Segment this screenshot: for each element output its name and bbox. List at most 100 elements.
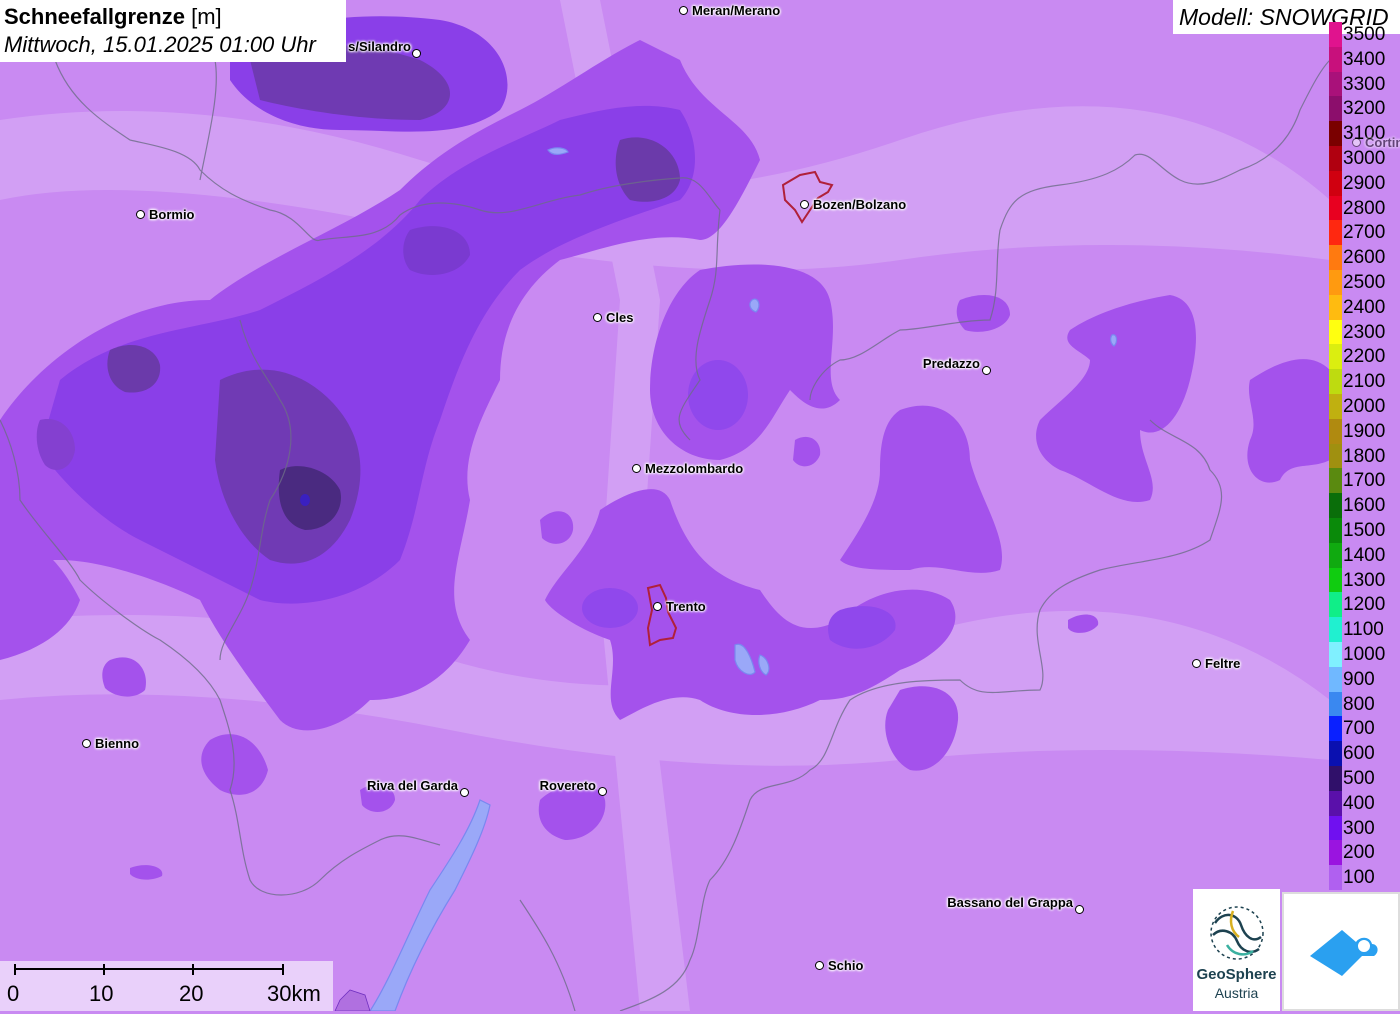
scale-label-10: 10 <box>89 981 114 1006</box>
geosphere-country: Austria <box>1214 985 1259 1001</box>
legend-label: 100 <box>1343 867 1375 889</box>
legend-item: 1800 <box>1329 443 1400 469</box>
legend-item: 300 <box>1329 815 1400 841</box>
city-marker <box>598 787 607 796</box>
legend-item: 2000 <box>1329 394 1400 419</box>
legend-item: 3500 <box>1329 22 1400 47</box>
city-label: Bassano del Grappa <box>947 895 1073 910</box>
legend-label: 800 <box>1343 693 1375 715</box>
legend-swatch <box>1329 394 1342 419</box>
city-label: Trento <box>666 599 706 614</box>
legend-item: 3400 <box>1329 46 1400 72</box>
legend-item: 2900 <box>1329 170 1400 196</box>
legend-swatch <box>1329 840 1342 866</box>
city-label: Cortin <box>1365 135 1400 150</box>
city-marker <box>679 6 688 15</box>
legend-swatch <box>1329 815 1342 841</box>
legend-item: 900 <box>1329 666 1400 692</box>
city-label: Riva del Garda <box>366 778 458 793</box>
geosphere-logo[interactable]: GeoSphere Austria <box>1193 889 1280 1011</box>
city-marker <box>1352 138 1361 147</box>
legend-label: 400 <box>1343 792 1375 814</box>
legend-swatch <box>1329 220 1342 246</box>
legend-swatch <box>1329 493 1342 519</box>
legend-item: 2800 <box>1329 195 1400 221</box>
legend-label: 700 <box>1343 718 1375 740</box>
legend-item: 2400 <box>1329 294 1400 320</box>
legend-swatch <box>1329 790 1342 816</box>
legend-swatch <box>1329 666 1342 692</box>
legend-swatch <box>1329 46 1342 72</box>
city-marker <box>815 961 824 970</box>
legend-item: 1300 <box>1329 567 1400 593</box>
city-marker <box>1192 659 1201 668</box>
city-marker <box>82 739 91 748</box>
legend-swatch <box>1329 245 1342 271</box>
legend-item: 1500 <box>1329 518 1400 543</box>
legend-swatch <box>1329 567 1342 593</box>
snowfall-map[interactable] <box>0 0 1400 1011</box>
legend-swatch <box>1329 146 1342 171</box>
legend-item: 800 <box>1329 691 1400 717</box>
legend-swatch <box>1329 270 1342 295</box>
legend-label: 2500 <box>1343 272 1386 293</box>
color-legend: 3500 3400 3300 3200 3100 3000 2900 2800 2700 2600… <box>1329 22 1400 891</box>
legend-swatch <box>1329 443 1342 469</box>
legend-item: 1700 <box>1329 468 1400 494</box>
legend-label: 1100 <box>1343 619 1384 641</box>
city-label: s/Silandro <box>348 39 411 54</box>
legend-label: 1700 <box>1343 470 1386 492</box>
legend-item: 1100 <box>1329 617 1400 643</box>
city-marker <box>593 313 602 322</box>
legend-label: 1500 <box>1343 520 1386 541</box>
legend-swatch <box>1329 319 1342 345</box>
legend-swatch <box>1329 592 1342 618</box>
legend-swatch <box>1329 542 1342 568</box>
legend-label: 3500 <box>1343 24 1386 45</box>
legend-item: 2600 <box>1329 245 1400 271</box>
legend-item: 1400 <box>1329 542 1400 568</box>
scale-label-0: 0 <box>7 981 20 1006</box>
legend-item: 1000 <box>1329 642 1400 667</box>
legend-label: 1000 <box>1343 644 1386 665</box>
legend-item: 2100 <box>1329 369 1400 395</box>
legend-label: 600 <box>1343 743 1375 765</box>
weather-app-logo[interactable] <box>1282 892 1400 1011</box>
legend-swatch <box>1329 71 1342 97</box>
legend-item: 2500 <box>1329 270 1400 295</box>
city-label: Predazzo <box>922 356 980 371</box>
city-marker <box>800 200 809 209</box>
city-marker <box>412 49 421 58</box>
legend-label: 500 <box>1343 768 1375 789</box>
scale-label-30: 30km <box>267 981 321 1006</box>
precip-cell-small <box>540 511 574 544</box>
legend-swatch <box>1329 617 1342 643</box>
legend-item: 600 <box>1329 741 1400 767</box>
title-unit: [m] <box>191 4 222 29</box>
legend-label: 2400 <box>1343 296 1386 318</box>
precip-cell-far-east <box>1247 359 1330 483</box>
legend-item: 100 <box>1329 865 1400 891</box>
title-text: Schneefallgrenze <box>4 4 185 29</box>
precip-core <box>582 588 638 628</box>
legend-label: 2600 <box>1343 247 1386 269</box>
city-marker <box>632 464 641 473</box>
city-label: Bienno <box>95 736 140 751</box>
city-label: Cles <box>606 310 634 325</box>
legend-label: 3400 <box>1343 48 1386 70</box>
legend-label: 2900 <box>1343 172 1386 194</box>
legend-item: 500 <box>1329 766 1400 791</box>
legend-swatch <box>1329 22 1342 47</box>
legend-item: 200 <box>1329 840 1400 866</box>
legend-item: 400 <box>1329 790 1400 816</box>
legend-swatch <box>1329 865 1342 891</box>
city-label: Schio <box>828 958 864 973</box>
city-marker <box>1075 905 1084 914</box>
legend-label: 3300 <box>1343 73 1386 95</box>
map-title-box: Schneefallgrenze [m] Mittwoch, 15.01.202… <box>0 0 346 62</box>
legend-swatch <box>1329 344 1342 370</box>
legend-item: 2700 <box>1329 220 1400 246</box>
legend-item: 1200 <box>1329 592 1400 618</box>
legend-swatch <box>1329 195 1342 221</box>
city-label: Bozen/Bolzano <box>813 197 907 212</box>
